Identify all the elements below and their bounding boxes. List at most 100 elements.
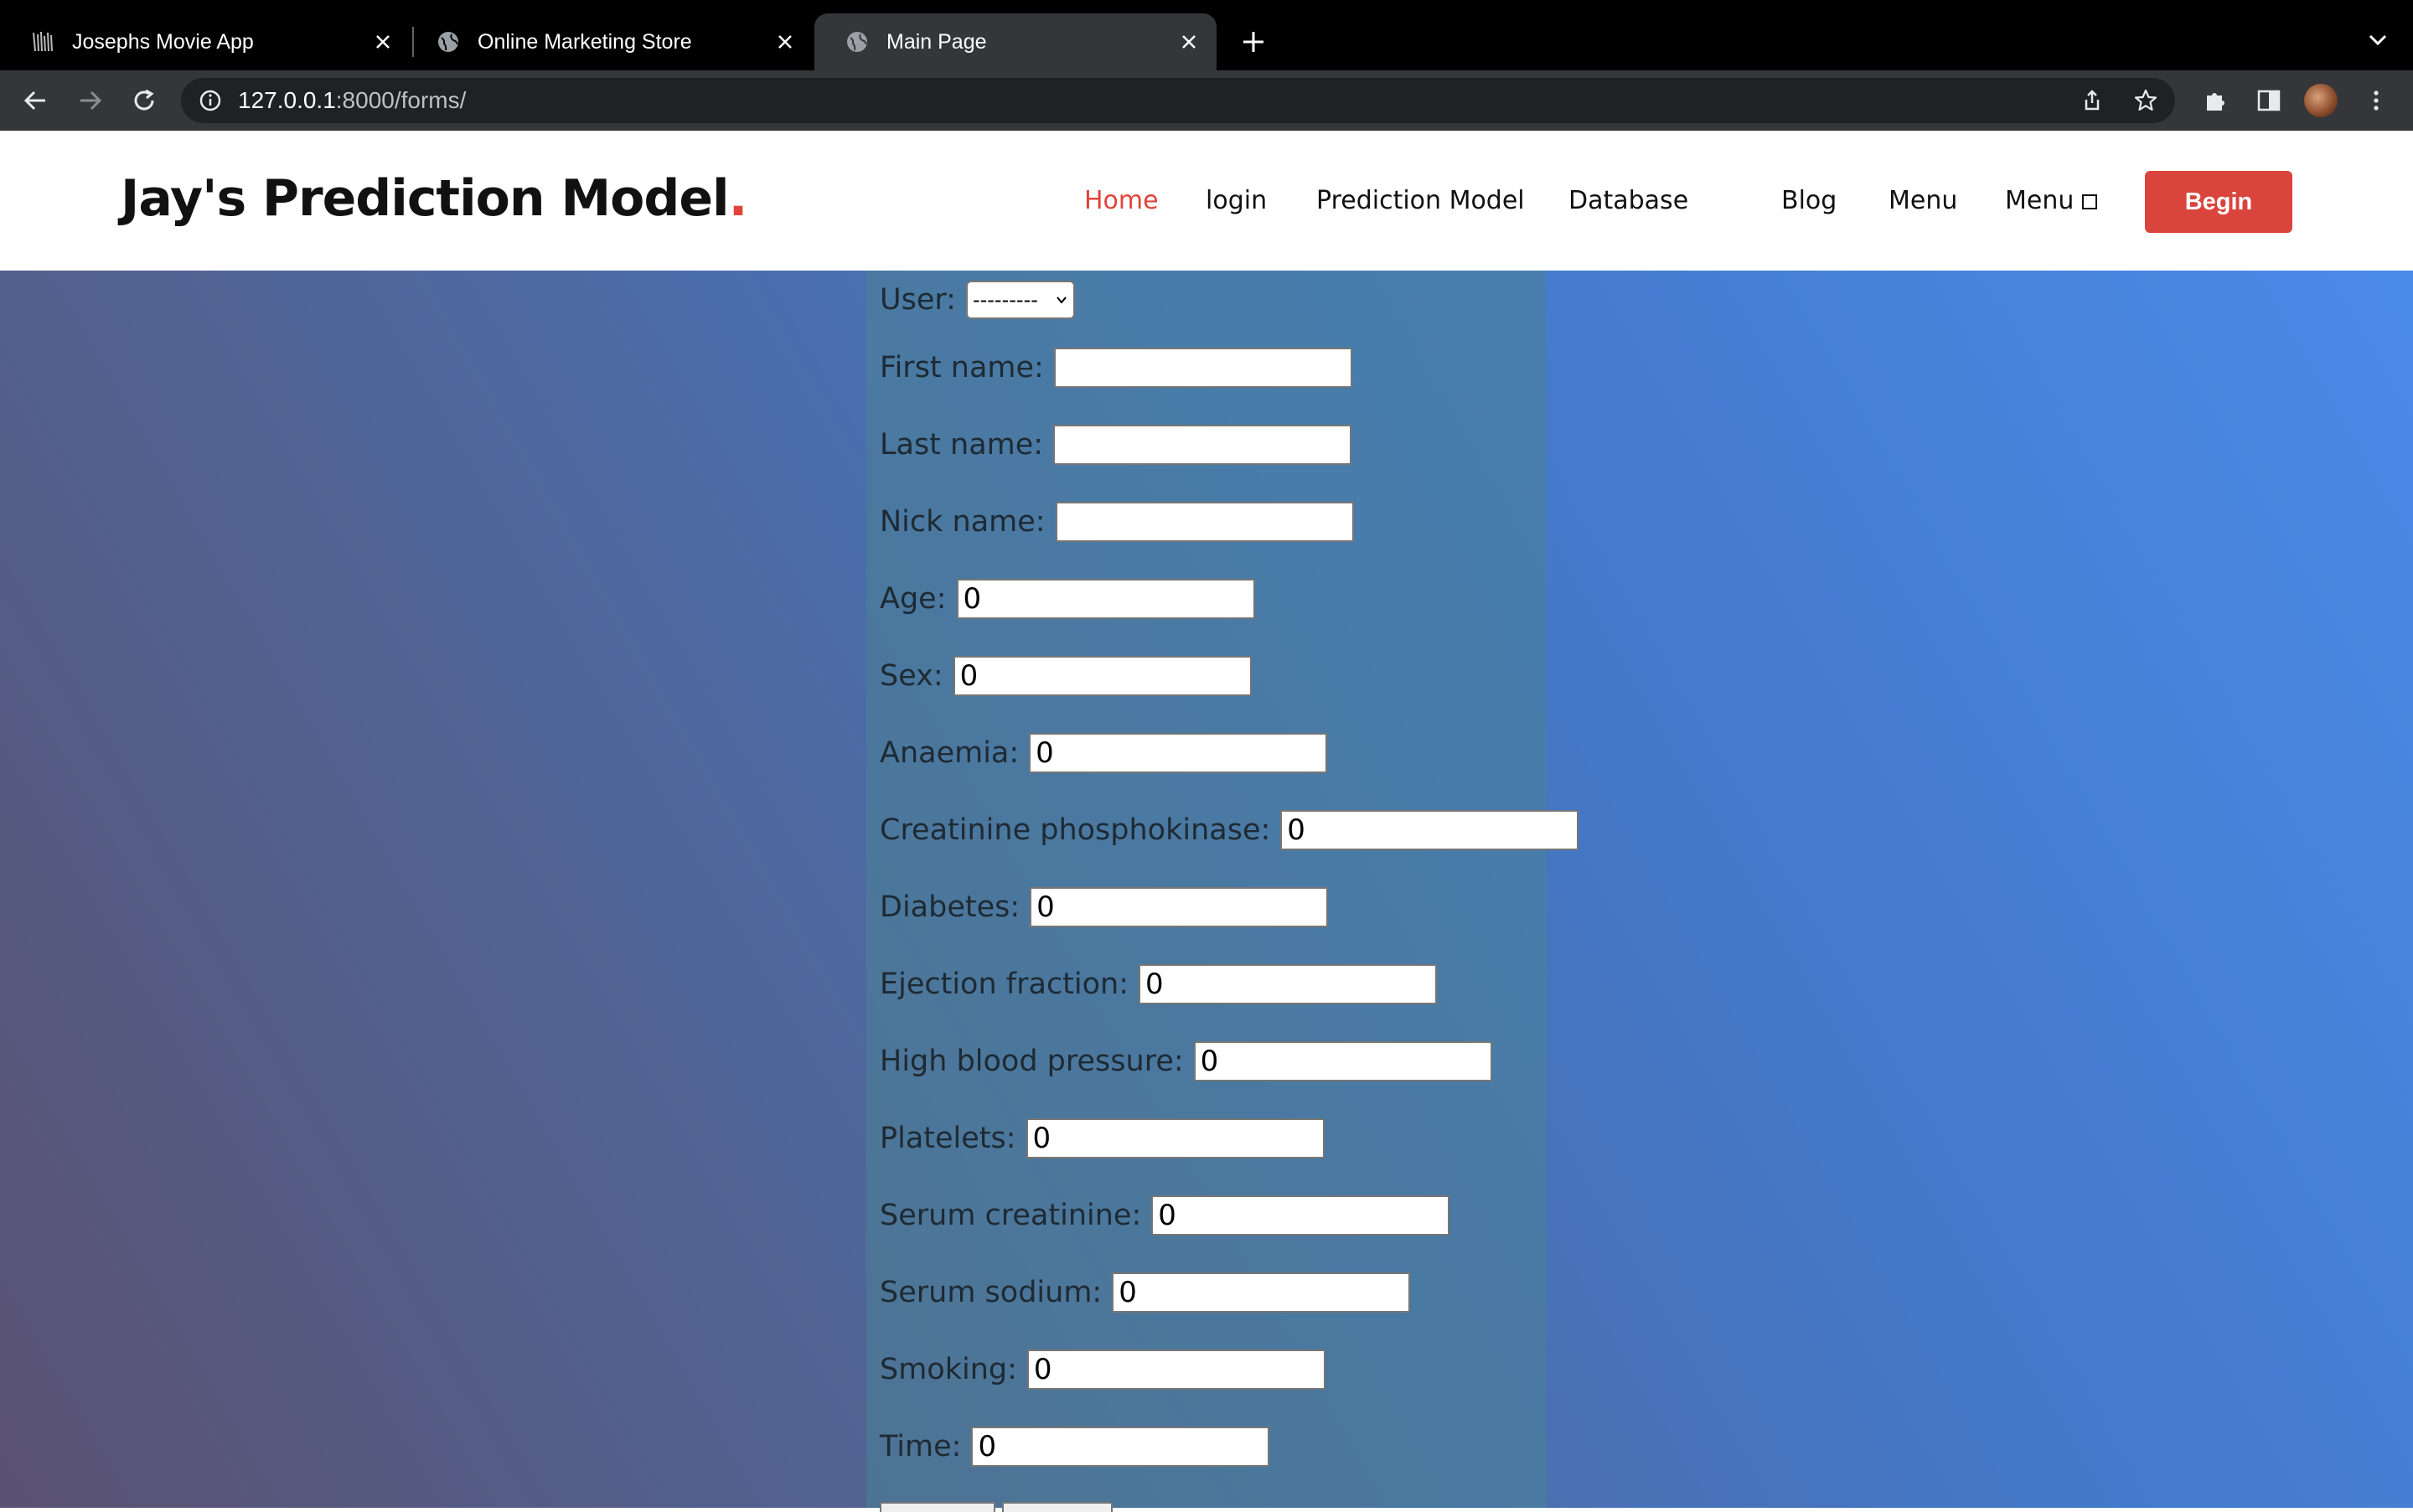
user-label: User: [880,283,956,317]
new-tab-button[interactable] [1238,27,1269,57]
reload-icon [134,89,154,111]
platelets-field[interactable] [1026,1118,1325,1159]
tab-online-marketing-store[interactable]: Online Marketing Store [406,13,813,70]
high-blood-pressure-label: High blood pressure: [880,1045,1184,1078]
last-name-field[interactable] [1053,425,1352,465]
tab-title: Josephs Movie App [72,29,254,54]
tab-title: Main Page [886,29,987,54]
nav-database[interactable]: Database [1568,186,1688,215]
chevron-down-icon [1057,297,1067,304]
dropdown-box-icon [2082,194,2098,209]
time-row: Time: [880,1427,1270,1467]
serum-creatinine-label: Serum creatinine: [880,1199,1142,1232]
platelets-row: Platelets: [880,1118,1325,1159]
forward-arrow-icon [80,90,102,111]
anaemia-field[interactable] [1029,733,1328,773]
patient-form: User: --------- First name: Last name: N… [866,271,1579,1508]
nav-blog[interactable]: Blog [1781,186,1837,215]
nav-menu[interactable]: Menu [1889,186,1957,215]
close-icon[interactable] [1176,29,1201,54]
ejection-fraction-field[interactable] [1139,964,1438,1004]
tab-josephs-movie-app[interactable]: Josephs Movie App [0,13,411,70]
last-name-label: Last name: [880,428,1044,462]
user-select-value: --------- [972,288,1038,312]
first-name-label: First name: [880,351,1044,384]
chevron-down-icon [2369,34,2387,46]
extensions-button[interactable] [2200,85,2230,116]
anaemia-row: Anaemia: [880,733,1328,773]
nick-name-field[interactable] [1055,502,1354,542]
smoking-row: Smoking: [880,1349,1325,1390]
close-icon[interactable] [370,29,395,54]
globe-icon [845,29,870,54]
profile-avatar[interactable] [2304,84,2338,117]
nav-menu-dropdown-label: Menu [2005,186,2075,215]
nick-name-label: Nick name: [880,505,1046,539]
serum-sodium-row: Serum sodium: [880,1272,1411,1313]
site-brand[interactable]: Jay's Prediction Model. [121,169,747,228]
platelets-label: Platelets: [880,1122,1016,1155]
serum-sodium-field[interactable] [1112,1272,1411,1313]
sex-row: Sex: [880,656,1252,696]
diabetes-row: Diabetes: [880,887,1329,927]
more-vertical-icon [2374,90,2379,111]
smoking-field[interactable] [1026,1349,1325,1390]
share-icon[interactable] [2080,88,2105,113]
nav-prediction-model[interactable]: Prediction Model [1316,186,1525,215]
site-info-icon[interactable] [198,88,223,113]
browser-tab-bar: Josephs Movie App Online Marketing Store… [0,0,2413,70]
side-panel-button[interactable] [2254,85,2284,116]
first-name-row: First name: [880,348,1352,388]
back-button[interactable] [20,85,50,116]
diabetes-field[interactable] [1030,887,1329,927]
reload-button[interactable] [129,85,159,116]
url-text: 127.0.0.1:8000/forms/ [238,87,466,114]
globe-icon [436,29,461,54]
high-blood-pressure-row: High blood pressure: [880,1041,1492,1081]
address-bar[interactable]: 127.0.0.1:8000/forms/ [181,78,2175,123]
begin-button[interactable]: Begin [2145,171,2292,233]
time-label: Time: [880,1430,962,1463]
user-row: User: --------- [880,281,1075,319]
nick-name-row: Nick name: [880,502,1354,542]
side-panel-icon [2257,90,2281,111]
tab-main-page[interactable]: Main Page [814,13,1217,70]
back-arrow-icon [23,90,45,111]
serum-creatinine-row: Serum creatinine: [880,1195,1450,1236]
bookmark-star-icon[interactable] [2133,88,2158,113]
sex-field[interactable] [953,656,1252,696]
nav-login[interactable]: login [1206,186,1267,215]
creatinine-phosphokinase-field[interactable] [1280,810,1579,850]
nav-menu-dropdown[interactable]: Menu [2005,186,2098,215]
smoking-label: Smoking: [880,1353,1017,1386]
age-row: Age: [880,579,1255,619]
form-button-partial[interactable] [880,1502,995,1512]
puzzle-icon [2207,93,2224,111]
last-name-row: Last name: [880,425,1352,465]
age-field[interactable] [956,579,1255,619]
high-blood-pressure-field[interactable] [1193,1041,1492,1081]
serum-sodium-label: Serum sodium: [880,1276,1103,1309]
brand-dot: . [728,169,748,228]
movie-app-favicon-icon [30,29,55,54]
anaemia-label: Anaemia: [880,736,1020,770]
first-name-field[interactable] [1053,348,1352,388]
tab-search-button[interactable] [2363,25,2393,55]
diabetes-label: Diabetes: [880,890,1020,924]
nav-home[interactable]: Home [1084,186,1159,215]
serum-creatinine-field[interactable] [1151,1195,1450,1236]
browser-menu-button[interactable] [2361,85,2391,116]
forward-button[interactable] [75,85,106,116]
ejection-fraction-label: Ejection fraction: [880,968,1129,1001]
url-path: :8000/forms/ [335,87,467,113]
close-icon[interactable] [772,29,798,54]
user-select[interactable]: --------- [965,281,1075,319]
age-label: Age: [880,582,947,616]
plus-icon [1243,32,1263,52]
ejection-fraction-row: Ejection fraction: [880,964,1438,1004]
browser-toolbar: 127.0.0.1:8000/forms/ [0,70,2413,131]
form-button-partial[interactable] [1002,1502,1113,1512]
time-field[interactable] [971,1427,1270,1467]
tab-title: Online Marketing Store [478,29,692,54]
creatinine-phosphokinase-row: Creatinine phosphokinase: [880,810,1579,850]
